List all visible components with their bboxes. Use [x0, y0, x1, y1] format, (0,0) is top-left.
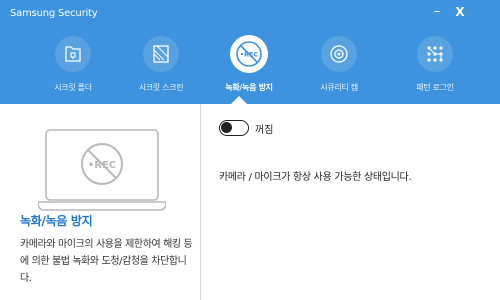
security-cam-icon	[321, 36, 357, 72]
settings-panel: 꺼짐 카메라 / 마이크가 항상 사용 가능한 상태입니다.	[201, 104, 500, 300]
feature-title: 녹화/녹음 방지	[20, 214, 93, 228]
nav-item-pattern-login[interactable]: 패턴 로그인	[389, 36, 481, 100]
close-button[interactable]: X	[452, 4, 468, 20]
nav-item-rec-block[interactable]: •REC 녹화/녹음 방지	[203, 35, 295, 100]
app-title: Samsung Security	[10, 8, 98, 19]
rec-block-icon: •REC	[230, 35, 268, 73]
nav-label: 녹화/녹음 방지	[225, 83, 273, 92]
svg-text:•REC: •REC	[240, 51, 259, 59]
feature-info-panel: •REC 녹화/녹음 방지 카메라와 마이크의 사용을 제한하여 해킹 등에 의…	[0, 104, 200, 300]
nav-item-security-cam[interactable]: 시큐리티 캠	[293, 36, 385, 100]
secret-screen-icon	[143, 36, 179, 72]
nav-item-secret-screen[interactable]: 시크릿 스크린	[115, 36, 207, 100]
toggle-label: 꺼짐	[255, 125, 274, 136]
pattern-login-icon	[417, 36, 453, 72]
status-text: 카메라 / 마이크가 항상 사용 가능한 상태입니다.	[219, 172, 412, 183]
laptop-rec-icon: •REC	[37, 126, 167, 214]
nav-item-secret-folder[interactable]: 시크릿 폴더	[27, 36, 119, 100]
title-bar: Samsung Security – X 시크릿 폴더 시크릿 스크린 •REC…	[0, 0, 500, 104]
rec-label: •REC	[88, 160, 116, 171]
nav-label: 패턴 로그인	[416, 83, 454, 92]
minimize-button[interactable]: –	[429, 4, 445, 20]
rec-block-toggle[interactable]	[219, 120, 249, 136]
feature-description: 카메라와 마이크의 사용을 제한하여 해킹 등에 의한 불법 녹화와 도청/감청…	[20, 239, 193, 284]
toggle-knob	[221, 122, 232, 133]
nav-label: 시큐리티 캠	[320, 83, 358, 92]
nav-label: 시크릿 폴더	[54, 83, 92, 92]
active-tab-marker	[231, 96, 247, 104]
secret-folder-icon	[55, 36, 91, 72]
nav-label: 시크릿 스크린	[138, 83, 184, 92]
